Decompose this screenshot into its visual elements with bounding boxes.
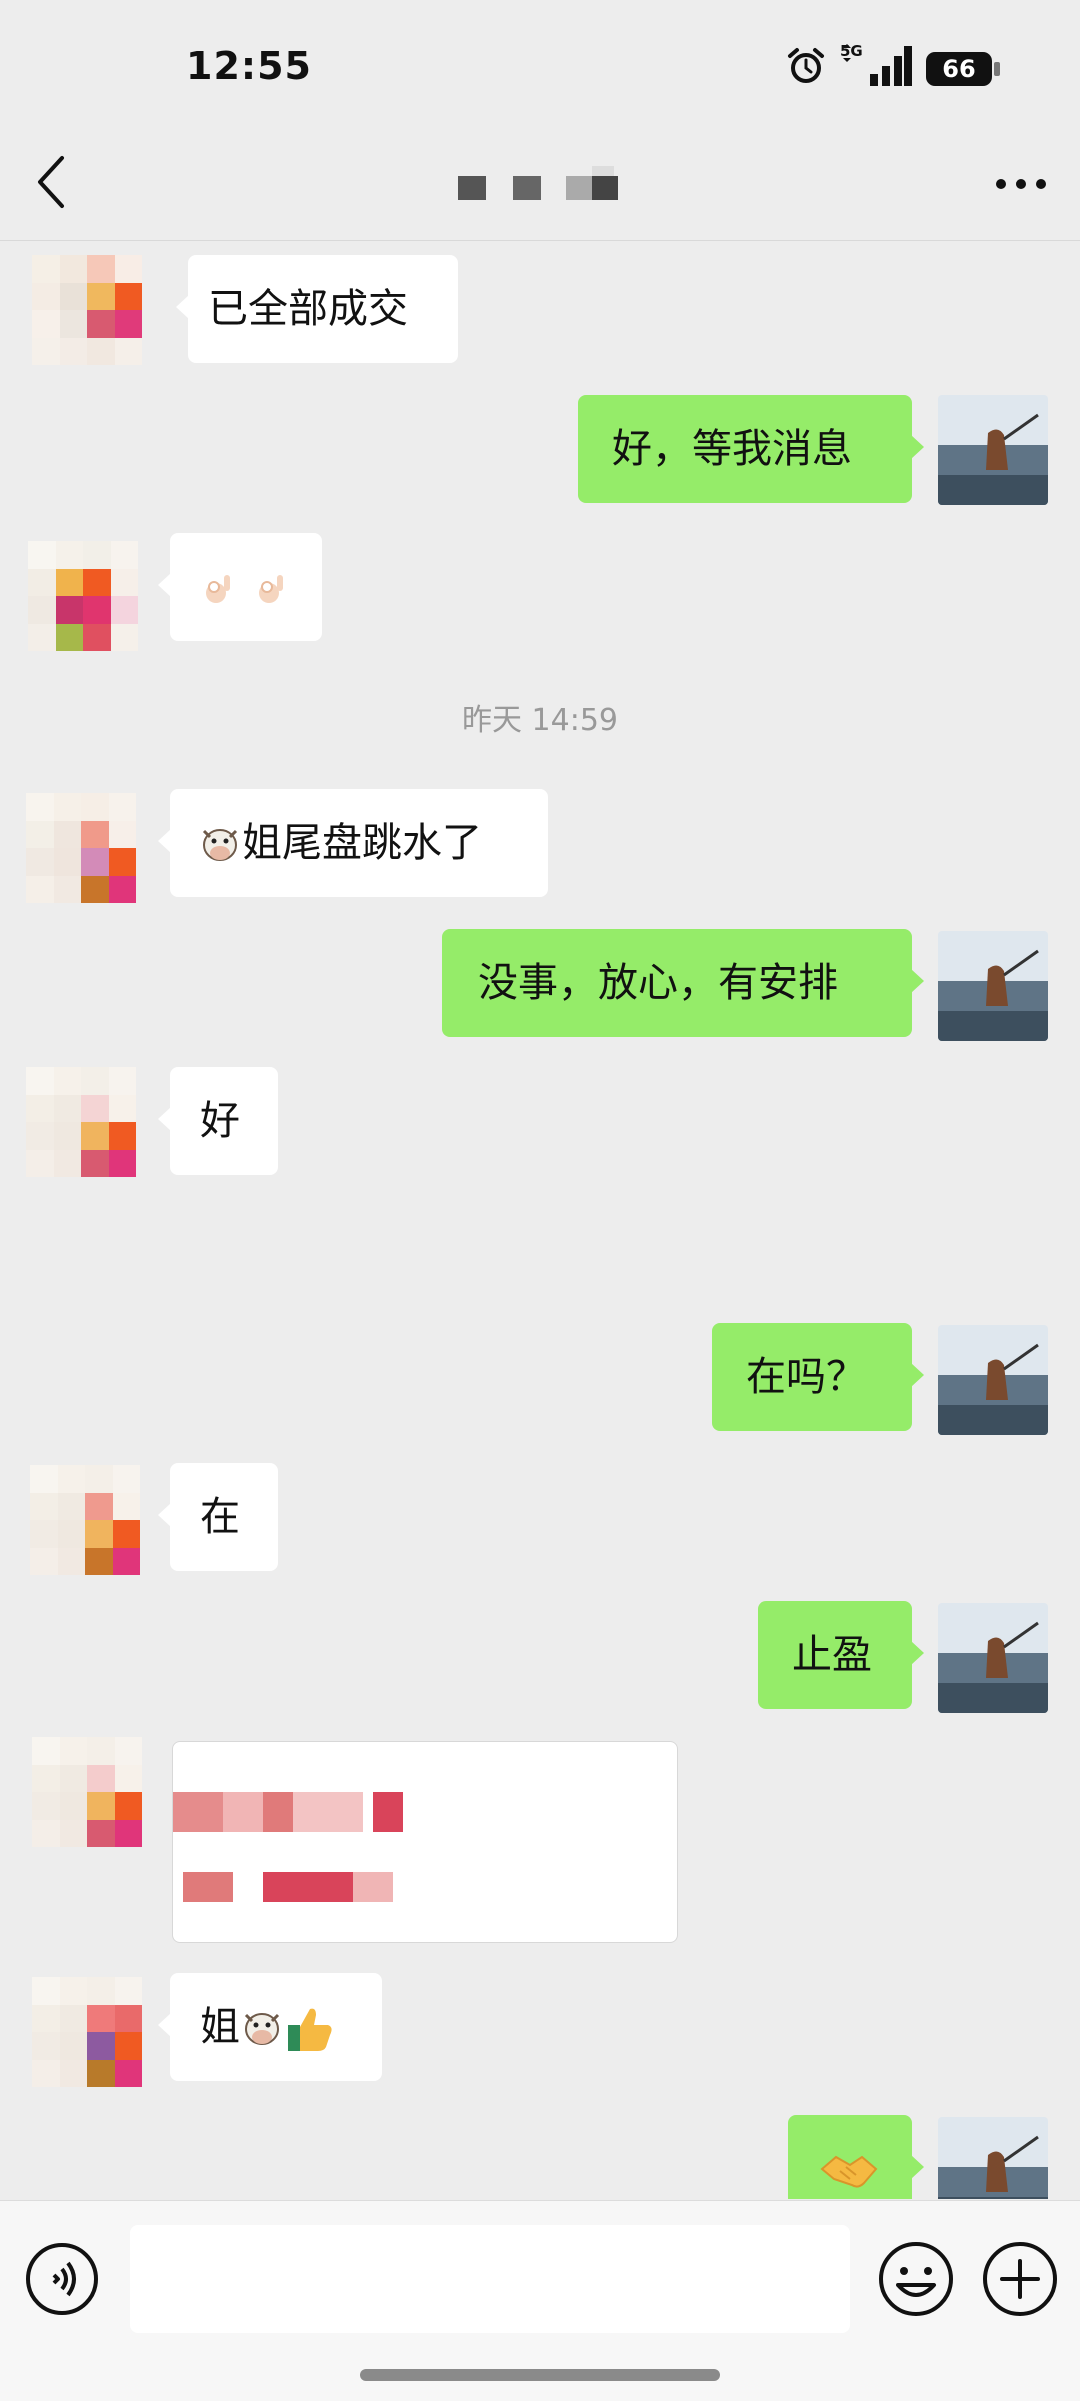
message-bubble-incoming[interactable]: 已全部成交 bbox=[176, 255, 458, 363]
contact-avatar[interactable] bbox=[30, 1465, 140, 1575]
my-avatar[interactable] bbox=[938, 395, 1048, 505]
contact-avatar[interactable] bbox=[32, 1977, 142, 2087]
message-bubble-outgoing[interactable]: 在吗？ bbox=[712, 1323, 924, 1431]
message-bubble-incoming[interactable]: 在 bbox=[158, 1463, 278, 1571]
message-input[interactable] bbox=[130, 2225, 850, 2333]
more-dots-icon[interactable] bbox=[994, 174, 1048, 194]
message-bubble-incoming[interactable]: 姐尾盘跳水了 bbox=[158, 789, 548, 897]
message-bubble-outgoing[interactable]: 没事，放心，有安排 bbox=[442, 929, 924, 1037]
message-text: 姐 bbox=[200, 2004, 240, 2050]
chat-timestamp: 昨天 14:59 bbox=[462, 703, 618, 738]
ok-hand-emoji bbox=[258, 575, 283, 603]
home-indicator bbox=[360, 2369, 720, 2381]
message-bubble-incoming[interactable]: 姐 bbox=[158, 1973, 382, 2081]
contact-avatar[interactable] bbox=[32, 1737, 142, 1847]
smiley-icon[interactable] bbox=[876, 2239, 956, 2319]
my-avatar[interactable] bbox=[938, 1603, 1048, 1713]
input-bar bbox=[0, 2200, 1080, 2401]
message-bubble-outgoing[interactable] bbox=[788, 2115, 924, 2199]
message-bubble-incoming[interactable]: 好 bbox=[158, 1067, 278, 1175]
message-bubble-outgoing[interactable]: 好，等我消息 bbox=[578, 395, 924, 503]
battery-icon: 66 bbox=[926, 52, 992, 86]
message-text: 姐尾盘跳水了 bbox=[242, 820, 482, 866]
contact-avatar[interactable] bbox=[26, 1067, 136, 1177]
handshake-emoji bbox=[820, 2155, 878, 2188]
nav-bar bbox=[0, 130, 1080, 241]
contact-avatar[interactable] bbox=[32, 255, 142, 365]
my-avatar[interactable] bbox=[938, 1325, 1048, 1435]
status-time: 12:55 bbox=[186, 44, 312, 88]
chat-title-redacted bbox=[458, 166, 618, 200]
thumbs-up-emoji bbox=[288, 2008, 332, 2051]
chevron-left-icon[interactable] bbox=[30, 152, 76, 212]
message-bubble-incoming[interactable] bbox=[158, 533, 322, 641]
contact-avatar[interactable] bbox=[28, 541, 138, 651]
contact-avatar[interactable] bbox=[26, 793, 136, 903]
status-bar: 12:55 5G 66 bbox=[0, 0, 1080, 130]
alarm-clock-icon bbox=[788, 48, 824, 83]
my-avatar[interactable] bbox=[938, 2117, 1048, 2199]
message-bubble-outgoing[interactable]: 止盈 bbox=[758, 1601, 924, 1709]
redacted-image-message[interactable] bbox=[172, 1741, 678, 1943]
ok-hand-emoji bbox=[206, 575, 230, 603]
plus-icon[interactable] bbox=[980, 2239, 1060, 2319]
cow-face-emoji bbox=[244, 2013, 280, 2045]
my-avatar[interactable] bbox=[938, 931, 1048, 1041]
battery-cap bbox=[994, 62, 1000, 76]
voice-icon[interactable] bbox=[24, 2241, 100, 2317]
chat-area[interactable]: 已全部成交 好，等我消息 昨天 14:59 姐尾盘跳水了 没事，放心，有安排 好… bbox=[0, 241, 1080, 2199]
redacted-content bbox=[173, 1792, 403, 1902]
cow-face-emoji bbox=[202, 829, 238, 861]
cellular-signal-icon: 5G bbox=[840, 42, 912, 88]
